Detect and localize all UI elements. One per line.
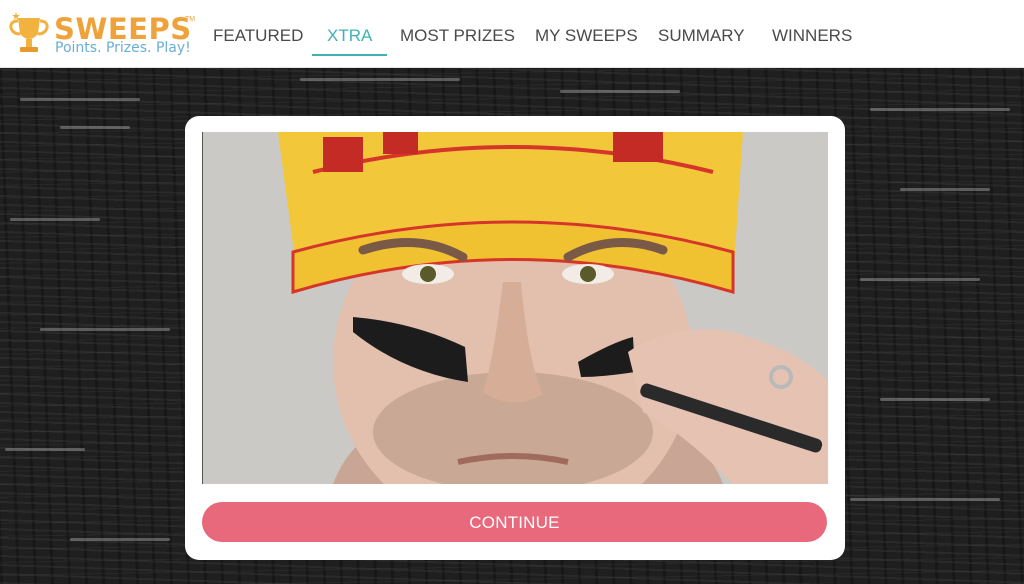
top-header: SWEEPS TM Points. Prizes. Play! FEATURED… — [0, 0, 1024, 68]
nav-most-prizes[interactable]: MOST PRIZES — [385, 0, 530, 56]
nav-winners[interactable]: WINNERS — [757, 0, 867, 56]
trophy-icon — [9, 12, 49, 52]
logo-trademark: TM — [185, 16, 196, 23]
sweeps-logo[interactable]: SWEEPS TM Points. Prizes. Play! — [8, 6, 196, 62]
nav-xtra[interactable]: XTRA — [312, 0, 388, 56]
video-frame — [203, 132, 828, 484]
logo-tagline: Points. Prizes. Play! — [55, 40, 191, 56]
continue-button[interactable]: CONTINUE — [202, 502, 827, 542]
nav-featured[interactable]: FEATURED — [198, 0, 318, 56]
nav-my-sweeps[interactable]: MY SWEEPS — [520, 0, 653, 56]
nav-summary[interactable]: SUMMARY — [643, 0, 760, 56]
video-modal: CONTINUE — [185, 116, 845, 560]
video-player[interactable] — [202, 132, 828, 484]
